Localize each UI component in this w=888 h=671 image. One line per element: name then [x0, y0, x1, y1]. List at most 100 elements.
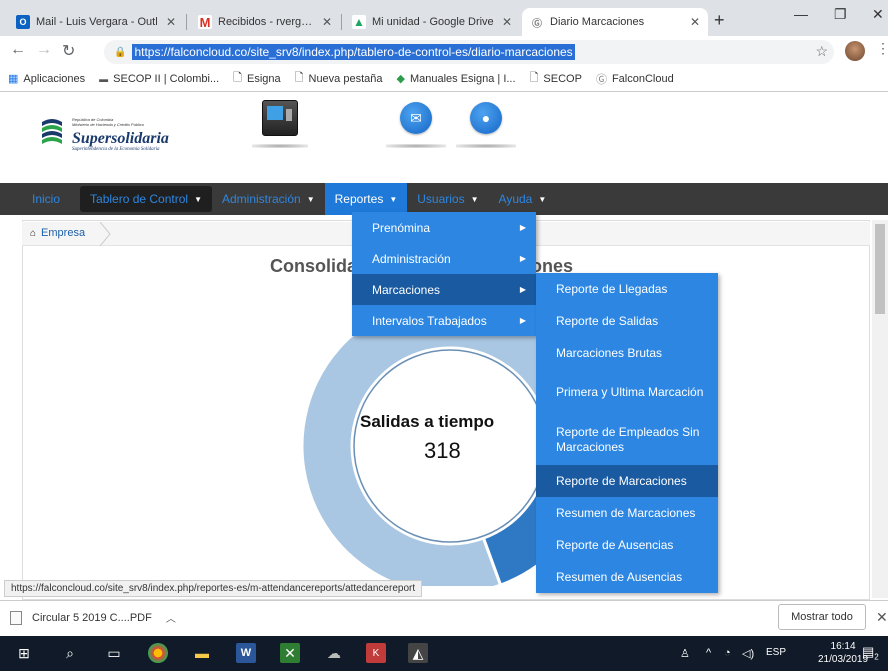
bookmark-secop[interactable]: 🗋 SECOP: [530, 69, 582, 88]
taskbar-clock[interactable]: 16:14 21/03/2019: [818, 640, 868, 666]
photos-icon[interactable]: ◭: [408, 643, 428, 663]
attendance-device-icon[interactable]: [262, 100, 298, 136]
nav-administracion[interactable]: Administración ▼: [212, 183, 325, 215]
nav-usuarios[interactable]: Usuarios ▼: [407, 183, 488, 215]
reportes-dropdown: Prenómina ▶ Administración ▶ Marcaciones…: [352, 212, 536, 336]
new-tab-button[interactable]: +: [714, 10, 725, 31]
pdf-app-icon[interactable]: K: [366, 643, 386, 663]
donut-center-label: Salidas a tiempo: [360, 412, 495, 431]
network-icon[interactable]: ◔: [724, 647, 731, 659]
mail-icon[interactable]: ✉: [400, 102, 432, 134]
tab-title: Mail - Luis Vergara - Outl: [36, 16, 158, 28]
bookmark-star-icon[interactable]: ☆: [815, 43, 828, 60]
submenu-reporte-salidas[interactable]: Reporte de Salidas: [536, 305, 718, 337]
menu-kebab-icon[interactable]: ⋮: [876, 40, 888, 57]
nav-tablero-de-control[interactable]: Tablero de Control ▼: [80, 186, 212, 212]
address-bar[interactable]: 🔒 https://falconcloud.co/site_srv8/index…: [104, 40, 834, 64]
forward-icon[interactable]: →: [36, 41, 52, 59]
windows-start-icon[interactable]: ⊞: [14, 643, 34, 663]
home-icon: ⌂: [30, 227, 37, 239]
divider: [386, 144, 446, 148]
nav-label: Usuarios: [417, 192, 465, 206]
task-view-icon[interactable]: ▭: [104, 643, 124, 663]
bookmark-label: SECOP: [543, 72, 582, 85]
bookmark-label: Aplicaciones: [23, 72, 86, 85]
logo-small-text: República de Colombia Ministerio de Haci…: [72, 117, 144, 127]
back-icon[interactable]: ←: [10, 41, 26, 59]
tab-title: Recibidos - rvergara@sup: [218, 16, 316, 28]
windows-taskbar: [0, 636, 888, 671]
close-tab-icon[interactable]: ✕: [322, 15, 332, 29]
bookmark-label: Esigna: [247, 72, 281, 85]
nav-ayuda[interactable]: Ayuda ▼: [489, 183, 557, 215]
user-icon[interactable]: ●: [470, 102, 502, 134]
bookmark-label: FalconCloud: [611, 72, 674, 85]
submenu-resumen-marcaciones[interactable]: Resumen de Marcaciones: [536, 497, 718, 529]
browser-tab-gmail[interactable]: M Recibidos - rvergara@sup ✕: [190, 8, 340, 36]
nav-reportes[interactable]: Reportes ▼: [324, 183, 408, 215]
nav-label: Tablero de Control: [90, 192, 189, 206]
nav-inicio[interactable]: Inicio: [0, 183, 70, 215]
submenu-marcaciones-brutas[interactable]: Marcaciones Brutas: [536, 337, 718, 369]
nav-label: Administración: [222, 192, 301, 206]
app-icon[interactable]: ☁: [324, 643, 344, 663]
submenu-primera-ultima[interactable]: Primera y Ultima Marcación: [536, 369, 718, 415]
search-icon[interactable]: ⌕: [60, 643, 80, 663]
chrome-icon[interactable]: [148, 643, 168, 663]
menu-item-administracion[interactable]: Administración ▶: [352, 243, 536, 274]
chevron-right-icon: ▶: [519, 254, 526, 263]
minimize-icon[interactable]: —: [794, 6, 808, 22]
nav-label: Ayuda: [498, 192, 533, 206]
logo-line-2: Ministerio de Hacienda y Crédito Público: [72, 122, 145, 127]
tab-divider: [341, 14, 342, 30]
close-tab-icon[interactable]: ✕: [166, 15, 176, 29]
submenu-reporte-marcaciones[interactable]: Reporte de Marcaciones: [536, 465, 718, 497]
file-explorer-icon[interactable]: ▬: [192, 643, 212, 663]
nav-label: Inicio: [32, 192, 61, 206]
chevron-up-icon[interactable]: ^: [706, 647, 711, 659]
bookmark-manuales[interactable]: ◆ Manuales Esigna | I...: [396, 72, 516, 86]
close-icon[interactable]: ✕: [876, 609, 888, 626]
submenu-empleados-sin-marcaciones[interactable]: Reporte de Empleados Sin Marcaciones: [536, 415, 718, 465]
breadcrumb-separator: [99, 222, 111, 246]
menu-item-label: Prenómina: [372, 220, 431, 235]
menu-item-label: Intervalos Trabajados: [372, 313, 487, 328]
show-all-button[interactable]: Mostrar todo: [778, 604, 866, 630]
page-scrollbar[interactable]: [872, 220, 888, 598]
word-icon[interactable]: W: [236, 643, 256, 663]
browser-tab-drive[interactable]: ▲ Mi unidad - Google Drive ✕: [344, 8, 520, 36]
browser-tab-diario[interactable]: Ⓖ Diario Marcaciones ✕: [522, 8, 708, 36]
logo-title[interactable]: Supersolidaria: [72, 130, 169, 148]
donut-center-value: 318: [424, 438, 461, 463]
submenu-reporte-ausencias[interactable]: Reporte de Ausencias: [536, 529, 718, 561]
submenu-resumen-ausencias[interactable]: Resumen de Ausencias: [536, 561, 718, 593]
bookmark-falcon[interactable]: Ⓖ FalconCloud: [596, 71, 674, 87]
window-close-icon[interactable]: ✕: [872, 6, 884, 23]
esigna-icon: ◆: [396, 73, 405, 85]
bookmark-apps[interactable]: ▦ Aplicaciones: [8, 72, 86, 86]
menu-item-intervalos[interactable]: Intervalos Trabajados ▶: [352, 305, 536, 336]
bookmark-nueva[interactable]: 🗋 Nueva pestaña: [295, 69, 383, 88]
excel-icon[interactable]: ✕: [280, 643, 300, 663]
submenu-reporte-llegadas[interactable]: Reporte de Llegadas: [536, 273, 718, 305]
breadcrumb-item-empresa[interactable]: ⌂ Empresa: [30, 227, 85, 239]
people-icon[interactable]: ♙: [680, 647, 690, 660]
browser-tab-mail[interactable]: O Mail - Luis Vergara - Outl ✕: [8, 8, 184, 36]
language-indicator[interactable]: ESP: [766, 647, 786, 658]
caret-down-icon: ▼: [470, 194, 479, 204]
maximize-icon[interactable]: ❐: [834, 6, 847, 23]
caret-down-icon: ▼: [306, 194, 315, 204]
menu-item-marcaciones[interactable]: Marcaciones ▶: [352, 274, 536, 305]
bookmark-secop2[interactable]: ▬ SECOP II | Colombi...: [99, 73, 219, 85]
bookmark-esigna[interactable]: 🗋 Esigna: [233, 69, 281, 88]
close-tab-icon[interactable]: ✕: [690, 15, 700, 29]
volume-icon[interactable]: ◁): [742, 647, 754, 660]
download-item[interactable]: Circular 5 2019 C....PDF ︿: [10, 610, 176, 625]
menu-item-prenomina[interactable]: Prenómina ▶: [352, 212, 536, 243]
profile-avatar[interactable]: [845, 41, 865, 61]
close-tab-icon[interactable]: ✕: [502, 15, 512, 29]
url-text[interactable]: https://falconcloud.co/site_srv8/index.p…: [132, 44, 575, 60]
notification-icon[interactable]: ▤2: [862, 644, 882, 664]
chevron-up-icon[interactable]: ︿: [166, 610, 176, 625]
reload-icon[interactable]: ↻: [62, 41, 75, 61]
